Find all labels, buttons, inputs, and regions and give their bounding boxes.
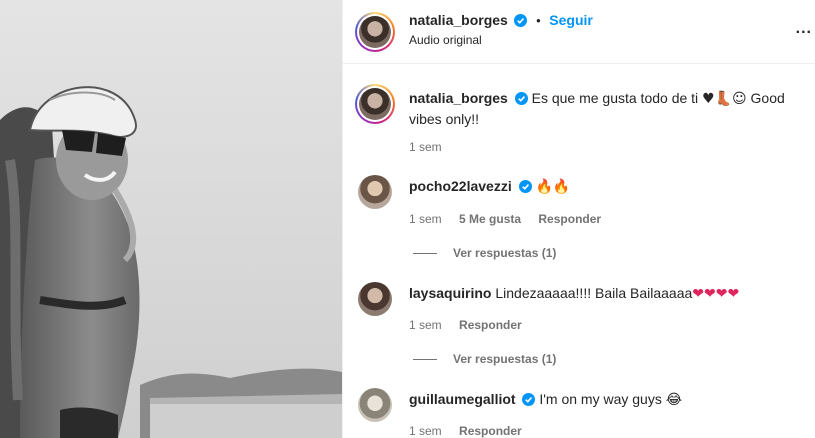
replies-divider <box>413 253 437 255</box>
more-options-icon[interactable]: ... <box>796 20 812 38</box>
caption-text: natalia_borges Es que me gusta todo de t… <box>409 88 809 129</box>
separator-dot: • <box>536 13 541 28</box>
comment-avatar[interactable] <box>358 388 392 422</box>
comment-body: laysaquirino Lindezaaaaa!!!! Baila Baila… <box>409 283 809 304</box>
caption-avatar[interactable] <box>355 84 395 124</box>
header-user-row: natalia_borges • Seguir <box>409 12 593 28</box>
reply-button[interactable]: Responder <box>459 318 522 332</box>
comment-username[interactable]: guillaumegalliot <box>409 391 516 407</box>
caption-emojis: ♥👢☺ <box>702 91 747 107</box>
post-header: natalia_borges • Seguir Audio original .… <box>343 0 815 64</box>
view-replies-label: Ver respuestas (1) <box>453 352 557 366</box>
verified-badge-icon <box>514 14 528 27</box>
reply-button[interactable]: Responder <box>538 212 601 226</box>
comment-meta: 1 sem Responder <box>409 424 536 438</box>
fire-emoji: 🔥🔥 <box>535 179 571 195</box>
post-photo <box>0 0 342 438</box>
reply-button[interactable]: Responder <box>459 424 522 438</box>
audio-link[interactable]: Audio original <box>409 33 482 47</box>
author-avatar[interactable] <box>355 12 395 52</box>
comment-text: Lindezaaaaa!!!! Baila Bailaaaaa <box>495 285 693 301</box>
heart-emojis: ❤❤❤❤ <box>692 286 740 302</box>
comment-username[interactable]: laysaquirino <box>409 285 491 301</box>
view-replies[interactable]: Ver respuestas (1) <box>413 246 556 260</box>
verified-badge-icon <box>514 92 528 105</box>
post-details-panel: natalia_borges • Seguir Audio original .… <box>342 0 815 438</box>
comment-meta: 1 sem Responder <box>409 318 536 332</box>
replies-divider <box>413 359 437 361</box>
comment-username[interactable]: pocho22lavezzi <box>409 178 512 194</box>
comment-text: I'm on my way guys <box>539 391 662 407</box>
follow-button[interactable]: Seguir <box>549 12 593 28</box>
comment-time[interactable]: 1 sem <box>409 318 442 332</box>
comment-body: pocho22lavezzi 🔥🔥 <box>409 176 809 197</box>
author-username[interactable]: natalia_borges <box>409 12 508 28</box>
caption-time[interactable]: 1 sem <box>409 140 442 154</box>
comment-body: guillaumegalliot I'm on my way guys 😂 <box>409 389 809 410</box>
comment-time[interactable]: 1 sem <box>409 212 442 226</box>
comment-likes[interactable]: 5 Me gusta <box>459 212 521 226</box>
verified-badge-icon <box>518 180 532 193</box>
caption-username[interactable]: natalia_borges <box>409 90 508 106</box>
comment-avatar[interactable] <box>358 175 392 209</box>
post-media[interactable] <box>0 0 342 438</box>
comment-meta: 1 sem 5 Me gusta Responder <box>409 212 615 226</box>
verified-badge-icon <box>522 393 536 406</box>
view-replies-label: Ver respuestas (1) <box>453 246 557 260</box>
caption-meta: 1 sem <box>409 140 456 154</box>
caption-body: Es que me gusta todo de ti <box>531 90 699 106</box>
comment-time[interactable]: 1 sem <box>409 424 442 438</box>
view-replies[interactable]: Ver respuestas (1) <box>413 352 556 366</box>
laughing-emoji: 😂 <box>665 392 683 408</box>
comment-avatar[interactable] <box>358 282 392 316</box>
